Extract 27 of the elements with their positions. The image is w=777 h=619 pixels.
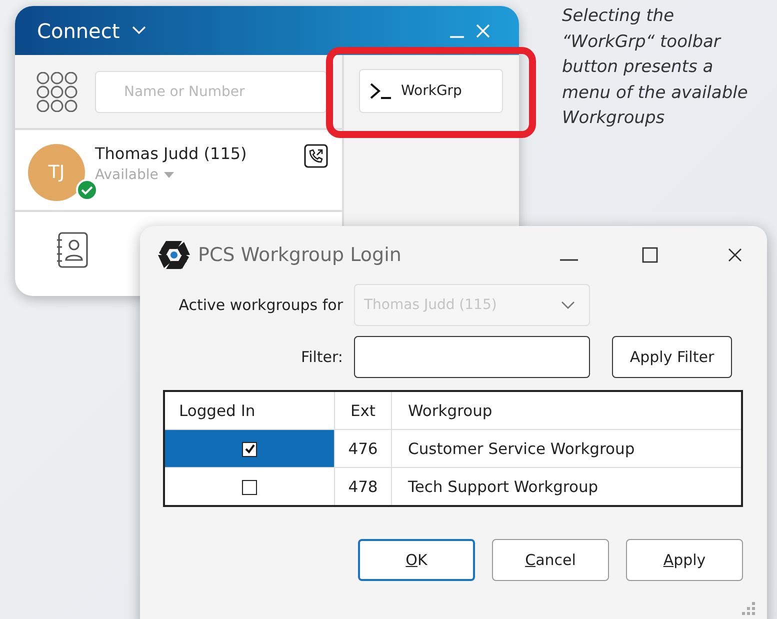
contact-name: Thomas Judd (115) [95, 144, 248, 163]
terminal-icon [369, 82, 393, 100]
checkbox[interactable] [242, 480, 257, 495]
column-header[interactable]: Ext [334, 391, 392, 430]
filter-field[interactable] [354, 336, 590, 378]
maximize-icon[interactable] [642, 247, 658, 263]
annotation-text: Selecting the “WorkGrp“ toolbar button presents a menu of the available Workgroups [562, 5, 749, 130]
checkbox[interactable] [242, 442, 257, 457]
window-title: Connect [37, 18, 120, 42]
table-cell: 476 [334, 430, 392, 468]
workgroup-button[interactable]: WorkGrp [359, 69, 503, 113]
phone-icon[interactable] [304, 144, 328, 168]
field-label: Active workgroups for [178, 296, 344, 314]
checkbox-cell[interactable] [164, 430, 334, 468]
avatar: TJ [28, 144, 85, 201]
apply-filter-button[interactable]: Apply Filter [612, 336, 732, 378]
resize-grip-icon[interactable] [742, 602, 756, 616]
dialpad-icon[interactable] [36, 72, 78, 112]
dialog-button[interactable]: Cancel [492, 539, 609, 581]
close-icon[interactable] [727, 247, 743, 263]
dialog-title: PCS Workgroup Login [198, 244, 402, 266]
dialog-button[interactable]: Apply [626, 539, 743, 581]
contacts-book-icon[interactable] [55, 232, 89, 268]
search-field[interactable]: Name or Number [95, 70, 327, 112]
dialog-button[interactable]: OK [358, 539, 475, 581]
field-label: Filter: [300, 348, 344, 366]
aperture-logo-icon [158, 240, 190, 270]
